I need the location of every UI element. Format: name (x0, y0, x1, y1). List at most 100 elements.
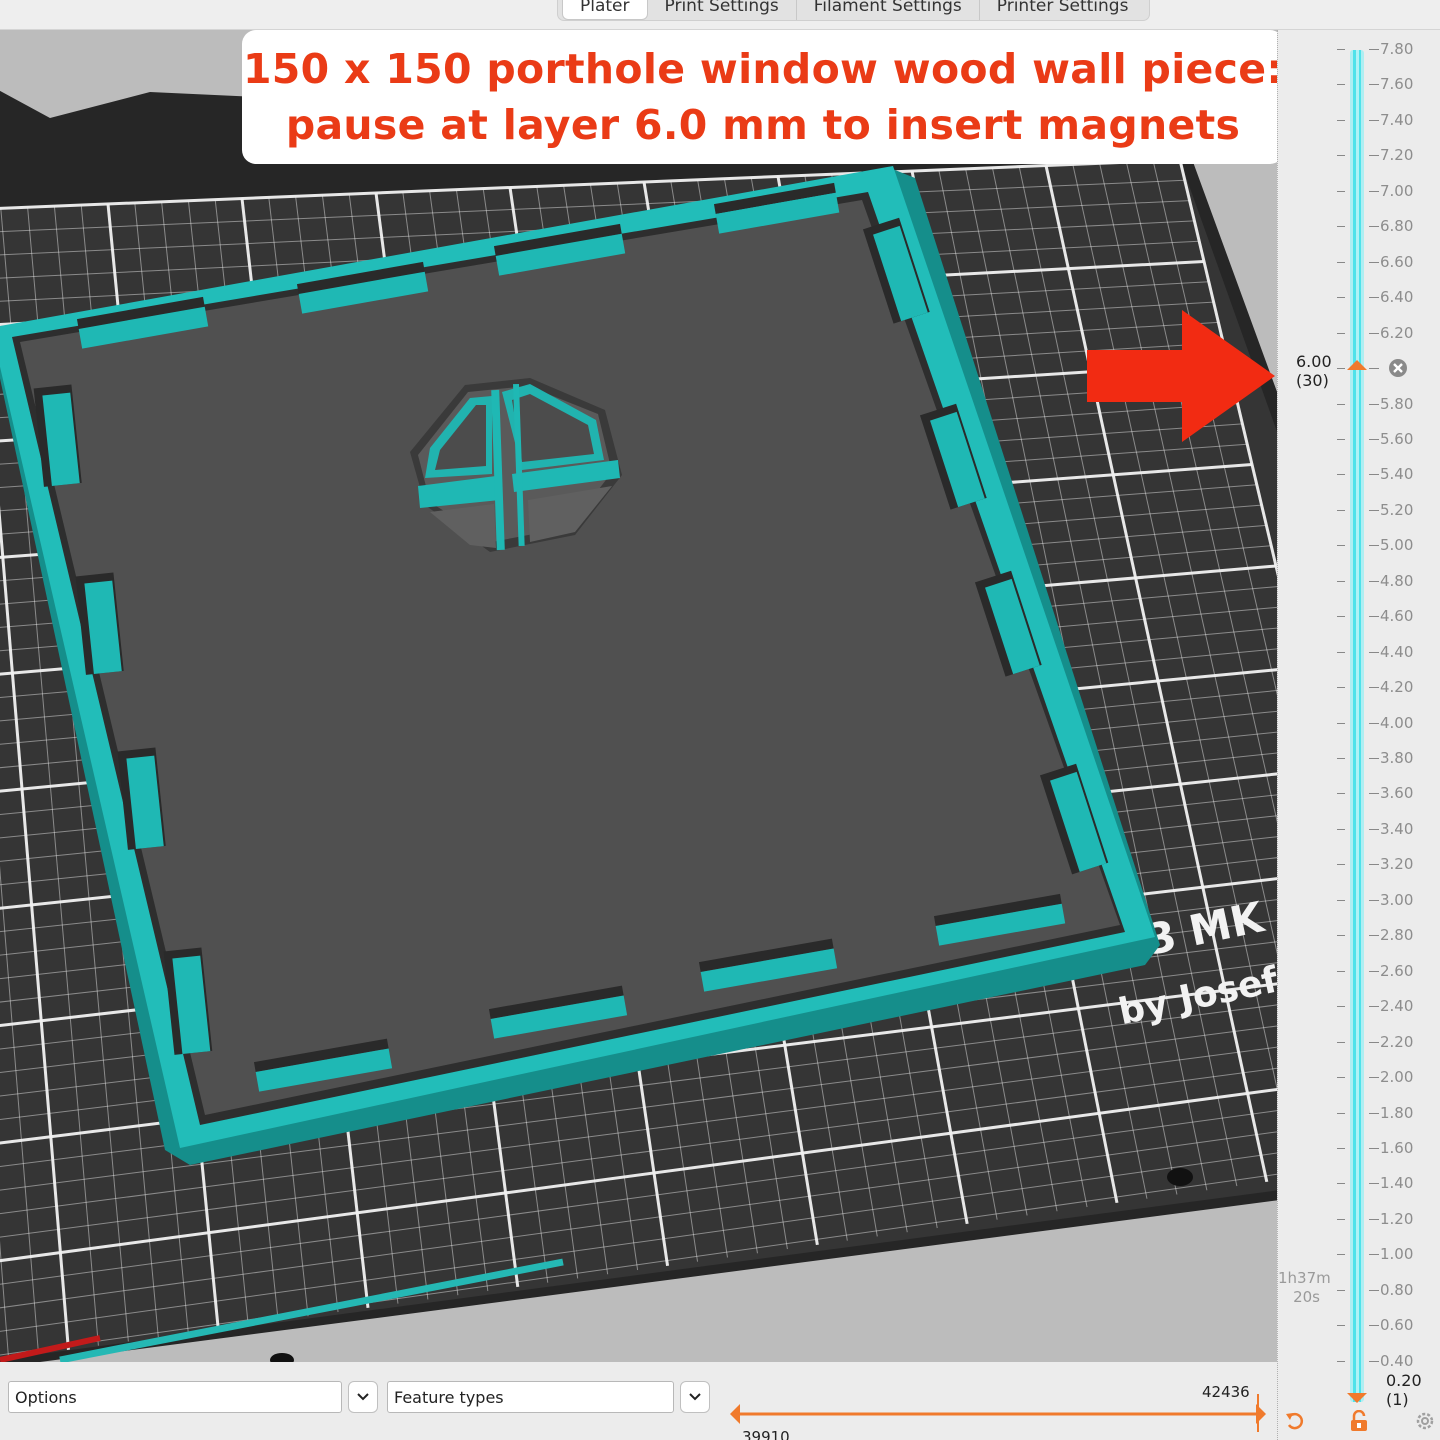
options-dropdown-button[interactable] (348, 1381, 378, 1413)
tick-mark (1369, 793, 1379, 795)
tick-label: 2.20 (1380, 1032, 1414, 1051)
feature-types-dropdown-button[interactable] (680, 1381, 710, 1413)
lock-icon[interactable] (1348, 1410, 1370, 1432)
tick-mark (1369, 1041, 1379, 1043)
feature-types-label: Feature types (394, 1387, 504, 1407)
tick-label: 4.40 (1380, 642, 1414, 661)
tick-mark-minor (1337, 261, 1345, 263)
tick-mark-minor (1337, 1147, 1345, 1149)
tick-mark-minor (1337, 84, 1345, 86)
tick-mark (1369, 1325, 1379, 1327)
tick-mark (1369, 261, 1379, 263)
move-slider-lower-thumb[interactable] (730, 1404, 740, 1424)
tab-strip: Plater Print Settings Filament Settings … (557, 0, 1151, 21)
feature-types-combo[interactable]: Feature types (387, 1381, 674, 1413)
tick-label: 4.20 (1380, 678, 1414, 697)
tab-filament-settings[interactable]: Filament Settings (797, 0, 980, 20)
tick-label: 7.00 (1380, 181, 1414, 200)
chevron-down-icon (357, 1393, 369, 1401)
tick-label: 3.80 (1380, 749, 1414, 767)
tick-mark-minor (1337, 438, 1345, 440)
tick-mark-minor (1337, 1360, 1345, 1362)
tick-label: 7.60 (1380, 75, 1414, 94)
annotation-line-1: 150 x 150 porthole window wood wall piec… (242, 45, 1284, 93)
tick-mark-minor (1337, 828, 1345, 830)
tick-mark-minor (1337, 651, 1345, 653)
settings-cog-icon[interactable] (1414, 1410, 1436, 1432)
tick-mark-minor (1337, 49, 1345, 50)
estimated-time-line1: 1h37m (1278, 1269, 1331, 1287)
estimated-time-line2: 20s (1293, 1288, 1320, 1306)
tick-label: 0.40 (1380, 1351, 1414, 1370)
tick-mark-minor (1337, 332, 1345, 334)
cog-pause-icon[interactable] (1388, 358, 1408, 378)
upper-layer-height: 6.00 (1296, 352, 1332, 372)
estimated-time: 1h37m 20s (1278, 1269, 1331, 1307)
tick-label: 4.80 (1380, 571, 1414, 590)
tick-mark-minor (1337, 545, 1345, 547)
layer-slider[interactable]: 7.80 7.60 7.40 7.20 7.00 6.80 6.60 6.40 6.20 5.80… (1277, 30, 1440, 1440)
tick-mark-minor (1337, 1289, 1345, 1291)
tick-mark (1369, 155, 1379, 157)
tick-label: 4.00 (1380, 713, 1414, 732)
lower-layer-height: 0.20 (1386, 1371, 1422, 1390)
upper-thumb[interactable] (1347, 360, 1367, 372)
tick-mark (1369, 368, 1379, 370)
tick-mark (1369, 190, 1379, 192)
tick-label: 3.20 (1380, 855, 1414, 874)
tick-mark (1369, 474, 1379, 476)
move-slider-min: 39910 (742, 1428, 790, 1440)
tick-mark-minor (1337, 119, 1345, 121)
lower-thumb[interactable] (1347, 1391, 1367, 1403)
tick-label: 6.60 (1380, 252, 1414, 271)
tick-label: 1.80 (1380, 1103, 1414, 1122)
tick-mark (1369, 1147, 1379, 1149)
tick-label: 3.40 (1380, 819, 1414, 838)
tab-plater[interactable]: Plater (562, 0, 648, 20)
lower-layer-readout: 0.20 (1) (1386, 1371, 1422, 1409)
tick-mark (1369, 580, 1379, 582)
tick-label: 1.00 (1380, 1245, 1414, 1264)
tick-label: 2.60 (1380, 961, 1414, 980)
tick-label: 3.60 (1380, 784, 1414, 803)
tick-mark (1369, 297, 1379, 299)
tick-mark-minor (1337, 1112, 1345, 1114)
tick-label: 4.60 (1380, 607, 1414, 626)
undo-icon[interactable] (1284, 1410, 1306, 1432)
3d-viewport[interactable]: 3 MK by Josef (0, 30, 1277, 1362)
tab-print-settings[interactable]: Print Settings (648, 0, 797, 20)
tick-label: 6.40 (1380, 288, 1414, 307)
tick-label: 5.80 (1380, 394, 1414, 413)
tick-label: 5.20 (1380, 500, 1414, 519)
tick-mark (1369, 438, 1379, 440)
tick-mark (1369, 119, 1379, 121)
tick-mark (1369, 545, 1379, 547)
tick-mark (1369, 935, 1379, 937)
tab-printer-settings[interactable]: Printer Settings (980, 0, 1146, 20)
tick-label: 5.40 (1380, 465, 1414, 484)
move-slider-track[interactable] (728, 1394, 1268, 1434)
tick-mark (1369, 1218, 1379, 1220)
tick-mark-minor (1337, 935, 1345, 937)
tick-label: 1.60 (1380, 1138, 1414, 1157)
prusaslicer-window: Plater Print Settings Filament Settings … (0, 0, 1440, 1440)
tick-mark-minor (1337, 1325, 1345, 1327)
upper-layer-number: (30) (1296, 371, 1329, 391)
tick-label: 2.80 (1380, 926, 1414, 945)
gcode-preview-canvas[interactable]: 3 MK by Josef (0, 30, 1277, 1362)
tick-mark-minor (1337, 864, 1345, 866)
tab-bar: Plater Print Settings Filament Settings … (0, 0, 1440, 30)
tick-mark (1369, 226, 1379, 228)
tick-mark (1369, 722, 1379, 724)
tick-label: 2.00 (1380, 1068, 1414, 1087)
red-arrow-icon (1087, 310, 1275, 442)
tick-mark (1369, 1289, 1379, 1291)
tick-mark-minor (1337, 509, 1345, 511)
options-combo[interactable]: Options (8, 1381, 342, 1413)
tick-mark-minor (1337, 970, 1345, 972)
tick-mark-minor (1337, 474, 1345, 476)
tick-mark (1369, 687, 1379, 689)
move-slider[interactable]: 42436 39910 (728, 1378, 1268, 1440)
tick-mark (1369, 1077, 1379, 1079)
tick-mark-minor (1337, 1254, 1345, 1256)
